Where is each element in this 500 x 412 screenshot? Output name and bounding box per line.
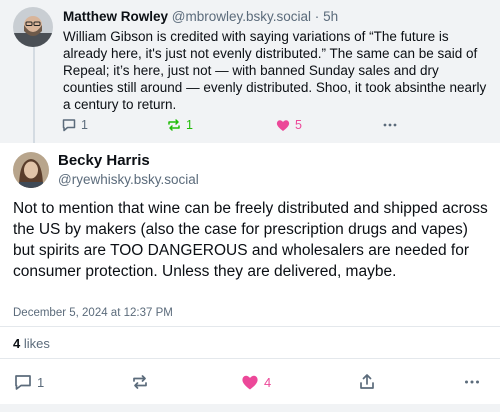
- repost-button[interactable]: [130, 372, 150, 392]
- repost-count: 1: [186, 118, 193, 132]
- repost-button[interactable]: 1: [166, 117, 193, 133]
- reply-bubble-icon: [61, 117, 77, 133]
- author-name[interactable]: Becky Harris: [58, 152, 150, 169]
- heart-icon: [275, 117, 291, 133]
- thread-line: [33, 40, 35, 143]
- like-button[interactable]: 4: [240, 372, 271, 392]
- reply-count: 1: [81, 118, 88, 132]
- more-options-button[interactable]: [463, 373, 481, 391]
- divider: [0, 358, 500, 359]
- avatar[interactable]: [13, 7, 53, 47]
- like-count: 4: [264, 374, 272, 390]
- like-button[interactable]: 5: [275, 117, 302, 133]
- more-dots-icon: [382, 117, 398, 133]
- post-text: Not to mention that wine can be freely d…: [13, 200, 488, 280]
- more-dots-icon: [463, 373, 481, 391]
- separator: ·: [314, 9, 320, 24]
- author-name[interactable]: Matthew Rowley: [63, 9, 168, 24]
- post-time[interactable]: 5h: [323, 9, 338, 24]
- reply-button[interactable]: 1: [13, 372, 44, 392]
- reply-button[interactable]: 1: [61, 117, 88, 133]
- share-button[interactable]: [357, 372, 377, 392]
- author-handle[interactable]: @mbrowley.bsky.social: [172, 9, 311, 24]
- repost-arrows-icon: [166, 117, 182, 133]
- reply-count: 1: [37, 374, 45, 390]
- parent-post[interactable]: Matthew Rowley @mbrowley.bsky.social · 5…: [0, 0, 500, 143]
- post-text: William Gibson is credited with saying v…: [63, 29, 487, 112]
- repost-arrows-icon: [130, 372, 150, 392]
- post-header: Matthew Rowley @mbrowley.bsky.social · 5…: [63, 9, 338, 24]
- like-count: 5: [295, 118, 302, 132]
- heart-icon: [240, 372, 260, 392]
- divider: [0, 326, 500, 327]
- likes-count: 4: [13, 336, 21, 351]
- reply-bubble-icon: [13, 372, 33, 392]
- author-handle[interactable]: @ryewhisky.bsky.social: [58, 172, 199, 187]
- likes-summary[interactable]: 4 likes: [13, 336, 50, 351]
- next-item-edge: [0, 404, 500, 412]
- more-options-button[interactable]: [382, 117, 398, 133]
- post-timestamp[interactable]: December 5, 2024 at 12:37 PM: [13, 307, 173, 319]
- share-upload-icon: [357, 372, 377, 392]
- likes-label: likes: [23, 336, 50, 351]
- avatar[interactable]: [13, 152, 49, 188]
